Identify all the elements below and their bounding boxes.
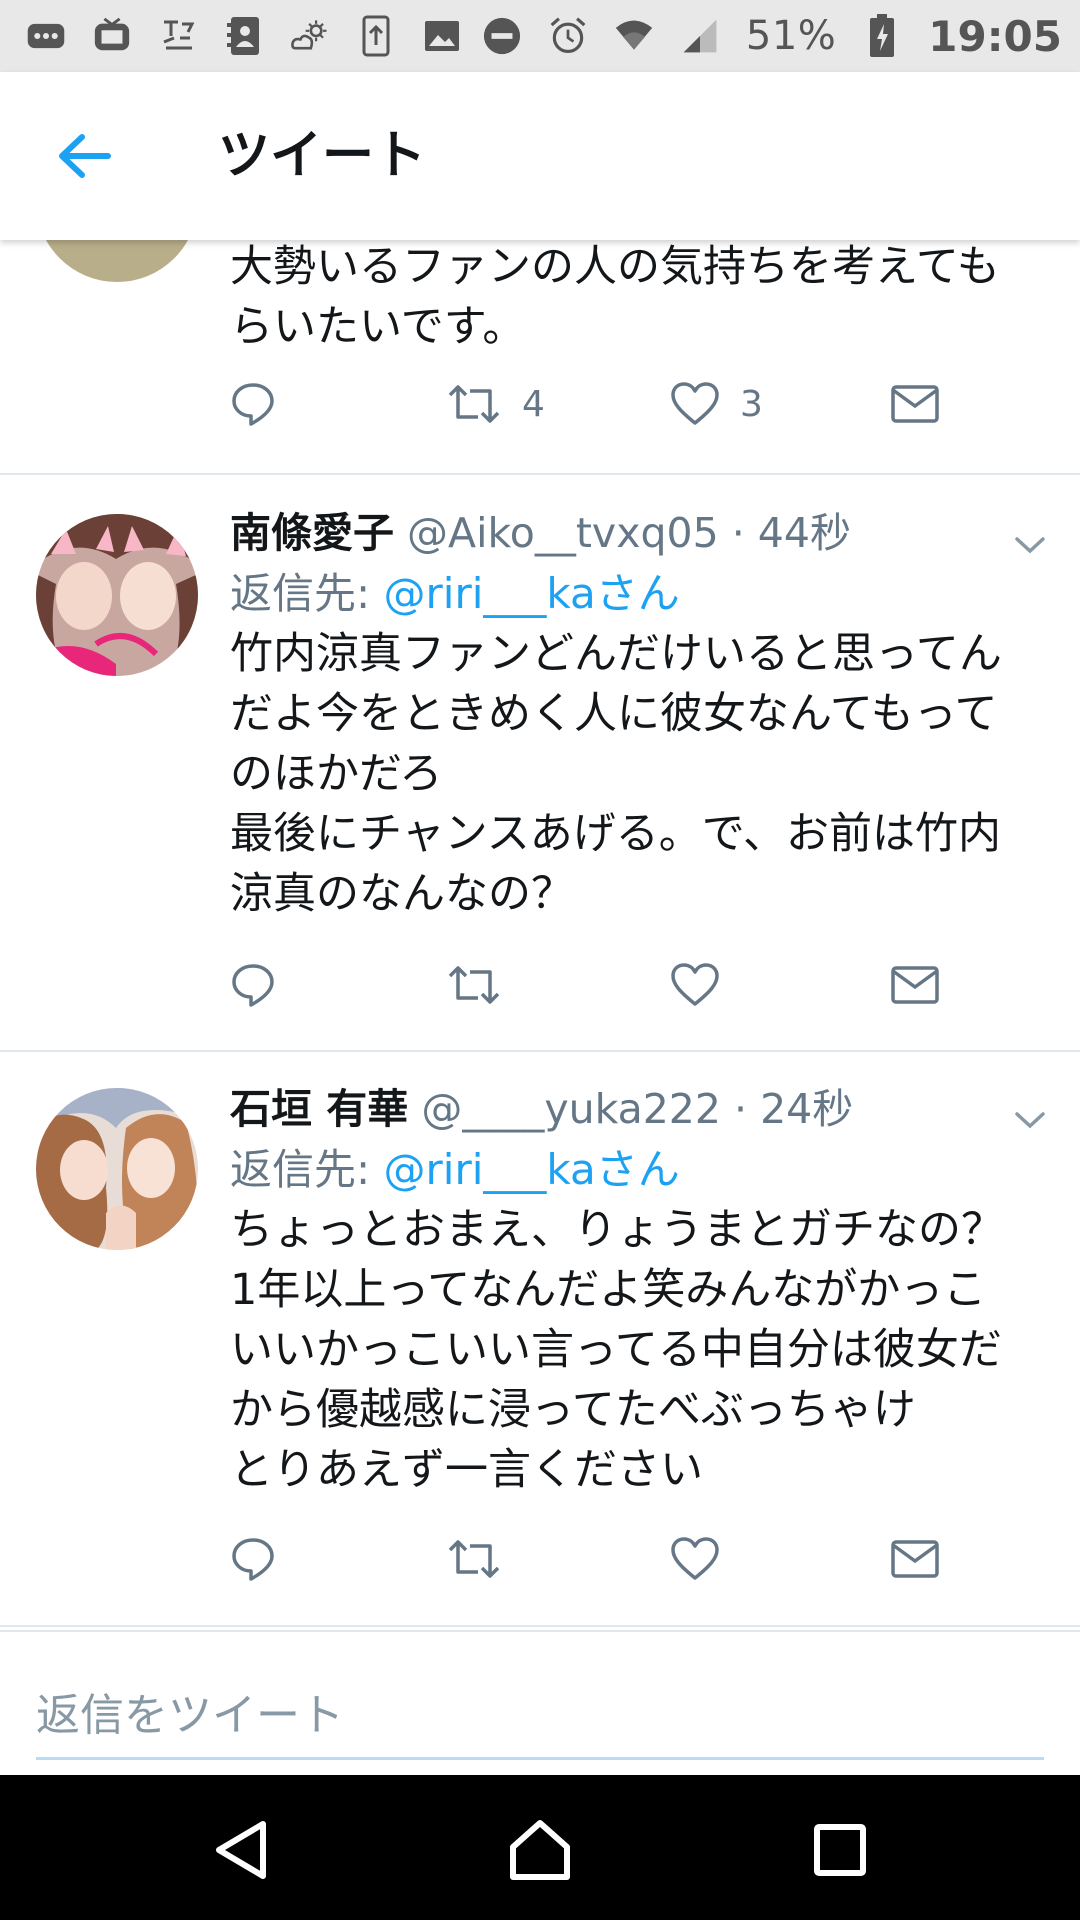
triangle-back-icon — [216, 1821, 266, 1879]
heart-icon — [671, 963, 719, 1006]
nav-recents-button[interactable] — [795, 1805, 885, 1895]
reply-button[interactable] — [230, 955, 276, 1015]
navigation-bar — [0, 1775, 1080, 1920]
display-name[interactable]: 南條愛子 — [230, 509, 394, 557]
wifi-icon — [614, 16, 654, 56]
reply-icon — [232, 964, 274, 1007]
nav-back-button[interactable] — [196, 1805, 286, 1895]
retweet-button[interactable] — [446, 1529, 502, 1589]
avatar[interactable] — [36, 240, 198, 282]
square-recents-icon — [814, 1824, 866, 1876]
user-handle[interactable]: @____yuka222 — [421, 1085, 721, 1133]
app-bar: ツイート — [0, 72, 1080, 240]
tweet-item[interactable]: 大勢いるファンの人の気持ちを考えても らいたいです。 4 3 — [0, 240, 1080, 475]
status-bar-notifications — [26, 15, 462, 57]
image-icon — [422, 16, 462, 56]
direct-message-button[interactable] — [890, 955, 940, 1015]
mail-icon — [891, 1540, 939, 1578]
reply-mention-link[interactable]: @riri___kaさん — [384, 569, 680, 618]
like-count: 3 — [740, 383, 763, 425]
status-bar: 51% 19:05 — [0, 0, 1080, 72]
reply-to: 返信先: @riri___kaさん — [230, 1140, 1040, 1200]
reply-to-label: 返信先: — [230, 1145, 384, 1194]
reply-composer: 返信をツイート — [0, 1630, 1080, 1775]
reply-button[interactable] — [230, 374, 276, 434]
weather-icon — [290, 16, 330, 56]
avatar[interactable] — [36, 1088, 198, 1250]
battery-percent: 51% — [745, 13, 837, 59]
home-icon — [510, 1820, 570, 1880]
reply-button[interactable] — [230, 1529, 276, 1589]
reply-mention-link[interactable]: @riri___kaさん — [384, 1145, 680, 1194]
tweet-time: · 24秒 — [734, 1085, 854, 1133]
upload-icon — [356, 15, 396, 57]
contacts-icon — [224, 16, 264, 56]
reply-to-label: 返信先: — [230, 569, 384, 618]
chevron-down-icon[interactable] — [1012, 527, 1048, 563]
tweet-actions: 4 3 — [230, 374, 950, 434]
tweet-time: · 44秒 — [731, 509, 851, 557]
tweet-header: 石垣 有華 @____yuka222 · 24秒 — [230, 1080, 1040, 1138]
retweet-button[interactable]: 4 — [446, 374, 545, 434]
heart-icon — [671, 1537, 719, 1580]
retweet-count: 4 — [522, 383, 545, 425]
reply-icon — [232, 1538, 274, 1581]
tweet-timeline[interactable]: 大勢いるファンの人の気持ちを考えても らいたいです。 4 3 南條愛子 @Aik… — [0, 240, 1080, 1630]
do-not-disturb-icon — [482, 16, 522, 56]
retweet-icon — [448, 966, 500, 1004]
tweet-content: 南條愛子 @Aiko__tvxq05 · 44秒 返信先: @riri___ka… — [230, 504, 1040, 924]
tweet-header: 南條愛子 @Aiko__tvxq05 · 44秒 — [230, 504, 1040, 562]
tweet-text: 竹内涼真ファンどんだけいると思ってん だよ今をときめく人に彼女なんてもって のほ… — [230, 629, 1002, 919]
mail-icon — [891, 385, 939, 423]
page-title: ツイート — [218, 126, 427, 186]
tweet-text: ちょっとおまえ、りょうまとガチなの？ 1年以上ってなんだよ笑みんながかっこ いい… — [230, 1205, 1004, 1495]
clock: 19:05 — [928, 11, 1062, 61]
signal-icon — [680, 16, 720, 56]
mail-icon — [891, 966, 939, 1004]
display-name[interactable]: 石垣 有華 — [230, 1085, 408, 1133]
tv-icon — [92, 16, 132, 56]
like-button[interactable] — [670, 1529, 720, 1589]
tweet-content: 大勢いるファンの人の気持ちを考えても らいたいです。 — [230, 240, 1040, 357]
status-bar-system: 51% 19:05 — [482, 12, 1062, 61]
nav-home-button[interactable] — [495, 1805, 585, 1895]
user-handle[interactable]: @Aiko__tvxq05 — [407, 509, 719, 557]
tweet-item[interactable]: 南條愛子 @Aiko__tvxq05 · 44秒 返信先: @riri___ka… — [0, 477, 1080, 1052]
tweet-actions — [230, 1529, 950, 1589]
tweet-item[interactable]: 石垣 有華 @____yuka222 · 24秒 返信先: @riri___ka… — [0, 1052, 1080, 1627]
retweet-icon — [448, 1540, 500, 1578]
alarm-icon — [548, 16, 588, 56]
direct-message-button[interactable] — [890, 374, 940, 434]
reply-to: 返信先: @riri___kaさん — [230, 564, 1040, 624]
heart-icon — [671, 382, 719, 425]
direct-message-button[interactable] — [890, 1529, 940, 1589]
like-button[interactable]: 3 — [670, 374, 763, 434]
chevron-down-icon[interactable] — [1012, 1102, 1048, 1138]
reply-icon — [232, 383, 274, 426]
retweet-button[interactable] — [446, 955, 502, 1015]
avatar[interactable] — [36, 514, 198, 676]
more-icon — [26, 16, 66, 56]
tweet-actions — [230, 955, 950, 1015]
retweet-icon — [448, 385, 500, 423]
reply-input[interactable]: 返信をツイート — [36, 1686, 1044, 1760]
screen: 51% 19:05 ツイート 大勢いるファンの人の気持ちを考えても らいたいです… — [0, 0, 1080, 1920]
back-arrow-icon — [59, 134, 111, 178]
tweet-text: 大勢いるファンの人の気持ちを考えても らいたいです。 — [230, 242, 1000, 352]
tweet-content: 石垣 有華 @____yuka222 · 24秒 返信先: @riri___ka… — [230, 1080, 1040, 1500]
battery-charging-icon — [862, 14, 902, 57]
back-button[interactable] — [48, 120, 120, 192]
tweet-bird-icon — [158, 16, 198, 56]
like-button[interactable] — [670, 955, 720, 1015]
